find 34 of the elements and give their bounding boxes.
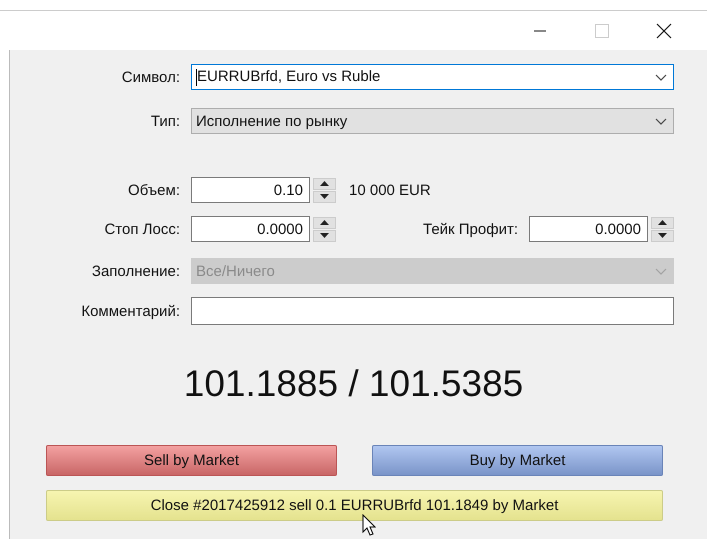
close-position-button[interactable]: Close #2017425912 sell 0.1 EURRUBrfd 101.1849 by Market <box>46 490 663 521</box>
spin-up-button[interactable] <box>651 216 674 228</box>
chevron-icon <box>655 268 667 274</box>
chevron-icon <box>655 118 667 124</box>
spin-down-button[interactable] <box>313 190 336 202</box>
cursor-icon <box>362 514 376 536</box>
buy-button[interactable]: Buy by Market <box>372 445 663 476</box>
take-profit-field[interactable]: 0.0000 <box>529 216 648 242</box>
dropdown-field[interactable]: EURRUBrfd, Euro vs Ruble <box>191 64 674 90</box>
comment-field[interactable] <box>191 297 674 325</box>
chevron-icon <box>655 74 667 80</box>
field-label: Тейк Профит: <box>423 220 518 238</box>
field-label: Объем: <box>127 182 180 198</box>
stop-loss-field[interactable]: 0.0000 <box>191 216 310 242</box>
spin-up-button[interactable] <box>313 178 336 190</box>
field-label: Заполнение: <box>90 262 180 280</box>
triangle-up-icon <box>658 220 667 225</box>
dropdown-field[interactable]: Исполнение по рынку <box>191 108 674 134</box>
triangle-up-icon <box>320 181 329 186</box>
triangle-down-icon <box>320 233 329 238</box>
field-label: Символ: <box>120 68 180 86</box>
field-label: Комментарий: <box>80 302 180 320</box>
spin-down-button[interactable] <box>313 230 336 242</box>
triangle-up-icon <box>320 220 329 225</box>
triangle-down-icon <box>320 194 329 199</box>
field-label: Тип: <box>150 112 180 130</box>
sell-button[interactable]: Sell by Market <box>46 445 337 476</box>
volume-amount: 10 000 EUR <box>349 182 431 198</box>
field-label: Стоп Лосс: <box>103 220 180 238</box>
price-quote: 101.1885 / 101.5385 <box>182 363 524 405</box>
triangle-down-icon <box>658 233 667 238</box>
spin-down-button[interactable] <box>651 230 674 242</box>
volume-field[interactable]: 0.10 <box>191 177 310 203</box>
spin-up-button[interactable] <box>313 216 336 228</box>
